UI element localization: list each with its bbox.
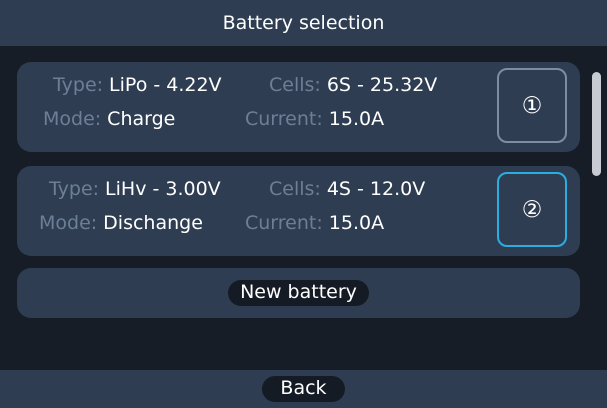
new-battery-label: New battery (228, 280, 369, 306)
slot-number: ① (521, 92, 543, 119)
battery-card-2[interactable]: Type: LiHv - 3.00V Mode: Dischange Cells: 4… (17, 166, 580, 256)
cells-label: Cells: (269, 178, 321, 200)
mode-field: Mode: Charge (43, 108, 175, 130)
cells-field: Cells: 6S - 25.32V (269, 74, 437, 96)
current-field: Current: 15.0A (245, 108, 384, 130)
title-bar: Battery selection (0, 0, 607, 46)
type-field: Type: LiHv - 3.00V (49, 178, 221, 200)
current-value: 15.0A (328, 212, 385, 234)
type-label: Type: (53, 74, 104, 96)
bottom-bar: Back (0, 370, 607, 408)
back-button[interactable]: Back (262, 376, 345, 402)
new-battery-button[interactable]: New battery (17, 268, 580, 318)
mode-field: Mode: Dischange (39, 212, 203, 234)
scrollbar-thumb[interactable] (592, 72, 601, 176)
mode-value: Dischange (103, 212, 203, 234)
current-field: Current: 15.0A (245, 212, 384, 234)
current-value: 15.0A (328, 108, 385, 130)
type-value: LiHv - 3.00V (105, 178, 221, 200)
battery-list: Type: LiPo - 4.22V Mode: Charge Cells: 6S -… (0, 46, 607, 370)
cells-value: 6S - 25.32V (326, 74, 438, 96)
slot-number: ② (521, 196, 543, 223)
page-title: Battery selection (222, 12, 385, 34)
battery-slot-2-button[interactable]: ② (497, 172, 567, 247)
battery-selection-screen: Battery selection Type: LiPo - 4.22V Mode… (0, 0, 607, 408)
mode-label: Mode: (39, 212, 98, 234)
type-value: LiPo - 4.22V (109, 74, 222, 96)
type-field: Type: LiPo - 4.22V (53, 74, 222, 96)
current-label: Current: (245, 108, 323, 130)
mode-label: Mode: (43, 108, 102, 130)
battery-card-1[interactable]: Type: LiPo - 4.22V Mode: Charge Cells: 6S -… (17, 62, 580, 152)
mode-value: Charge (107, 108, 176, 130)
type-label: Type: (49, 178, 100, 200)
battery-slot-1-button[interactable]: ① (497, 68, 567, 143)
cells-field: Cells: 4S - 12.0V (269, 178, 425, 200)
current-label: Current: (245, 212, 323, 234)
cells-value: 4S - 12.0V (326, 178, 426, 200)
cells-label: Cells: (269, 74, 321, 96)
